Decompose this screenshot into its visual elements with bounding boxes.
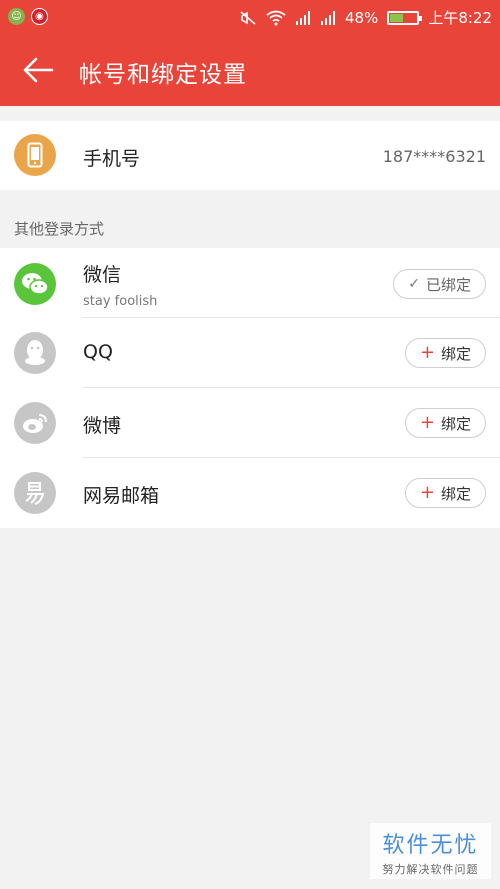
signal-icon xyxy=(295,10,310,25)
plus-icon: + xyxy=(419,412,435,433)
wechat-account-name: stay foolish xyxy=(83,294,158,309)
wechat-icon xyxy=(14,263,56,305)
weibo-label: 微博 xyxy=(83,415,122,437)
netease-mail-status-label: 绑定 xyxy=(440,484,471,503)
wechat-bound-button[interactable]: ✓ 已绑定 xyxy=(393,269,486,299)
wechat-label: 微信 xyxy=(83,264,122,286)
signal-icon-2 xyxy=(320,10,335,25)
list-item-netease-mail[interactable]: 网易邮箱 + 绑定 xyxy=(0,458,500,528)
list-item-weibo[interactable]: 微博 + 绑定 xyxy=(0,388,500,458)
list-item-wechat[interactable]: 微信 stay foolish ✓ 已绑定 xyxy=(0,248,500,318)
battery-percent: 48% xyxy=(344,8,379,27)
weibo-bind-button[interactable]: + 绑定 xyxy=(404,408,486,438)
music-app-notification-icon: ◉ xyxy=(31,8,48,25)
status-icons: 48% 上午8:22 xyxy=(239,7,492,28)
netease-mail-bind-button[interactable]: + 绑定 xyxy=(404,478,486,508)
battery-fill xyxy=(390,13,403,22)
status-bar: ☺ ◉ 48% 上午8:22 xyxy=(0,0,500,34)
watermark: 软件无忧 努力解决软件问题 xyxy=(370,823,491,879)
qq-bind-button[interactable]: + 绑定 xyxy=(404,338,486,368)
back-button[interactable] xyxy=(20,54,56,86)
app-bar: 帐号和绑定设置 xyxy=(0,34,500,106)
section-title-other-login: 其他登录方式 xyxy=(14,220,105,238)
weibo-status-label: 绑定 xyxy=(440,414,471,433)
mute-icon xyxy=(240,10,256,25)
clock: 上午8:22 xyxy=(428,9,492,27)
qq-status-label: 绑定 xyxy=(440,344,471,363)
qq-icon xyxy=(14,332,56,374)
phone-number-row[interactable]: 手机号 187****6321 xyxy=(0,121,500,190)
plus-icon: + xyxy=(419,342,435,363)
watermark-title: 软件无忧 xyxy=(382,833,479,858)
watermark-subtitle: 努力解决软件问题 xyxy=(382,863,479,876)
login-method-list: 微信 stay foolish ✓ 已绑定 QQ + 绑定 微博 + 绑定 网易… xyxy=(0,248,500,528)
wechat-status-label: 已绑定 xyxy=(425,275,471,294)
phone-value: 187****6321 xyxy=(382,147,486,166)
netease-mail-icon xyxy=(14,472,56,514)
wifi-icon xyxy=(266,10,286,25)
header: ☺ ◉ 48% 上午8:22 帐号和绑定设置 xyxy=(0,0,500,106)
app-notification-icon: ☺ xyxy=(8,8,25,25)
list-item-qq[interactable]: QQ + 绑定 xyxy=(0,318,500,388)
qq-label: QQ xyxy=(83,341,113,363)
plus-icon: + xyxy=(419,482,435,503)
phone-icon xyxy=(14,134,56,176)
phone-label: 手机号 xyxy=(83,148,141,170)
page-title: 帐号和绑定设置 xyxy=(79,62,247,88)
check-icon: ✓ xyxy=(408,276,420,292)
battery-icon xyxy=(387,10,423,25)
weibo-icon xyxy=(14,402,56,444)
back-arrow-icon xyxy=(23,57,54,83)
notification-icons: ☺ ◉ xyxy=(8,8,48,25)
netease-mail-label: 网易邮箱 xyxy=(83,485,160,507)
